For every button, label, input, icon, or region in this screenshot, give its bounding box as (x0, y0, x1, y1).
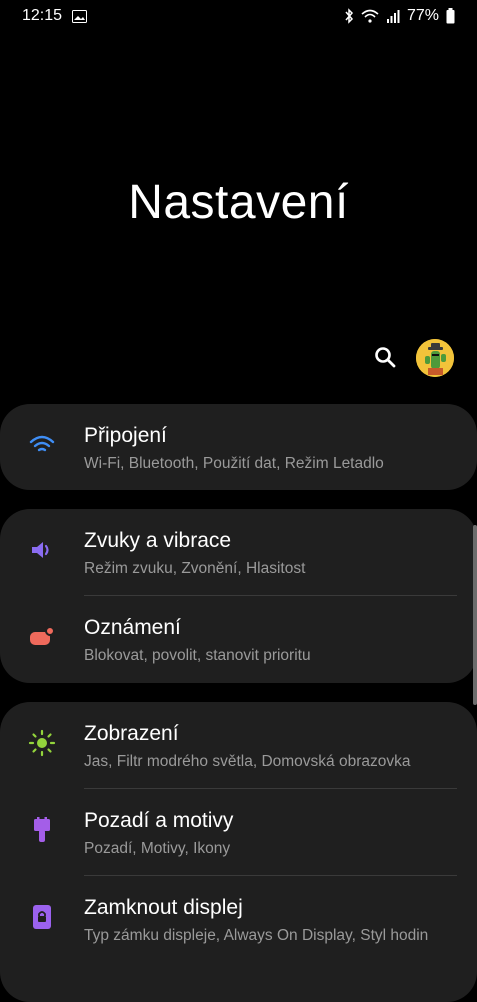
paintbrush-icon (28, 816, 56, 844)
lock-icon (28, 903, 56, 931)
settings-item-title: Zvuky a vibrace (84, 529, 232, 552)
status-time: 12:15 (22, 7, 63, 24)
avatar[interactable] (416, 339, 454, 377)
settings-item-connections[interactable]: Připojení Wi-Fi, Bluetooth, Použití dat,… (0, 404, 477, 490)
page-title: Nastavení (128, 176, 349, 229)
settings-item-subtitle: Wi-Fi, Bluetooth, Použití dat, Režim Let… (84, 455, 384, 472)
bluetooth-icon (344, 8, 354, 24)
volume-icon (28, 536, 56, 564)
battery-level: 77% (406, 7, 439, 24)
status-bar: 12:15 77% (0, 0, 477, 32)
settings-item-lock-screen[interactable]: Zamknout displej Typ zámku displeje, Alw… (0, 876, 477, 963)
brightness-icon (28, 729, 56, 757)
cactus-avatar-icon (416, 339, 454, 377)
scrollbar[interactable] (473, 525, 477, 705)
wifi-icon (28, 431, 56, 459)
settings-item-display[interactable]: Zobrazení Jas, Filtr modrého světla, Dom… (0, 702, 477, 789)
settings-item-subtitle: Typ zámku displeje, Always On Display, S… (84, 927, 429, 944)
settings-item-title: Zobrazení (84, 722, 179, 745)
settings-item-title: Zamknout displej (84, 896, 243, 919)
settings-item-title: Připojení (84, 424, 167, 447)
settings-group-connections: Připojení Wi-Fi, Bluetooth, Použití dat,… (0, 404, 477, 490)
notification-icon (28, 623, 56, 651)
settings-item-title: Pozadí a motivy (84, 809, 234, 832)
settings-item-notifications[interactable]: Oznámení Blokovat, povolit, stanovit pri… (0, 596, 477, 683)
wifi-icon (361, 9, 379, 23)
settings-item-subtitle: Jas, Filtr modrého světla, Domovská obra… (84, 753, 411, 770)
settings-item-subtitle: Režim zvuku, Zvonění, Hlasitost (84, 560, 306, 577)
battery-icon (446, 8, 455, 24)
settings-item-title: Oznámení (84, 616, 181, 639)
search-icon[interactable] (372, 344, 398, 370)
settings-item-sounds[interactable]: Zvuky a vibrace Režim zvuku, Zvonění, Hl… (0, 509, 477, 596)
signal-icon (386, 9, 400, 23)
settings-item-subtitle: Pozadí, Motivy, Ikony (84, 840, 231, 857)
settings-group-display: Zobrazení Jas, Filtr modrého světla, Dom… (0, 702, 477, 1002)
settings-group-sound: Zvuky a vibrace Režim zvuku, Zvonění, Hl… (0, 509, 477, 683)
image-icon (72, 9, 88, 23)
settings-item-wallpapers-themes[interactable]: Pozadí a motivy Pozadí, Motivy, Ikony (0, 789, 477, 876)
settings-item-subtitle: Blokovat, povolit, stanovit prioritu (84, 647, 311, 664)
